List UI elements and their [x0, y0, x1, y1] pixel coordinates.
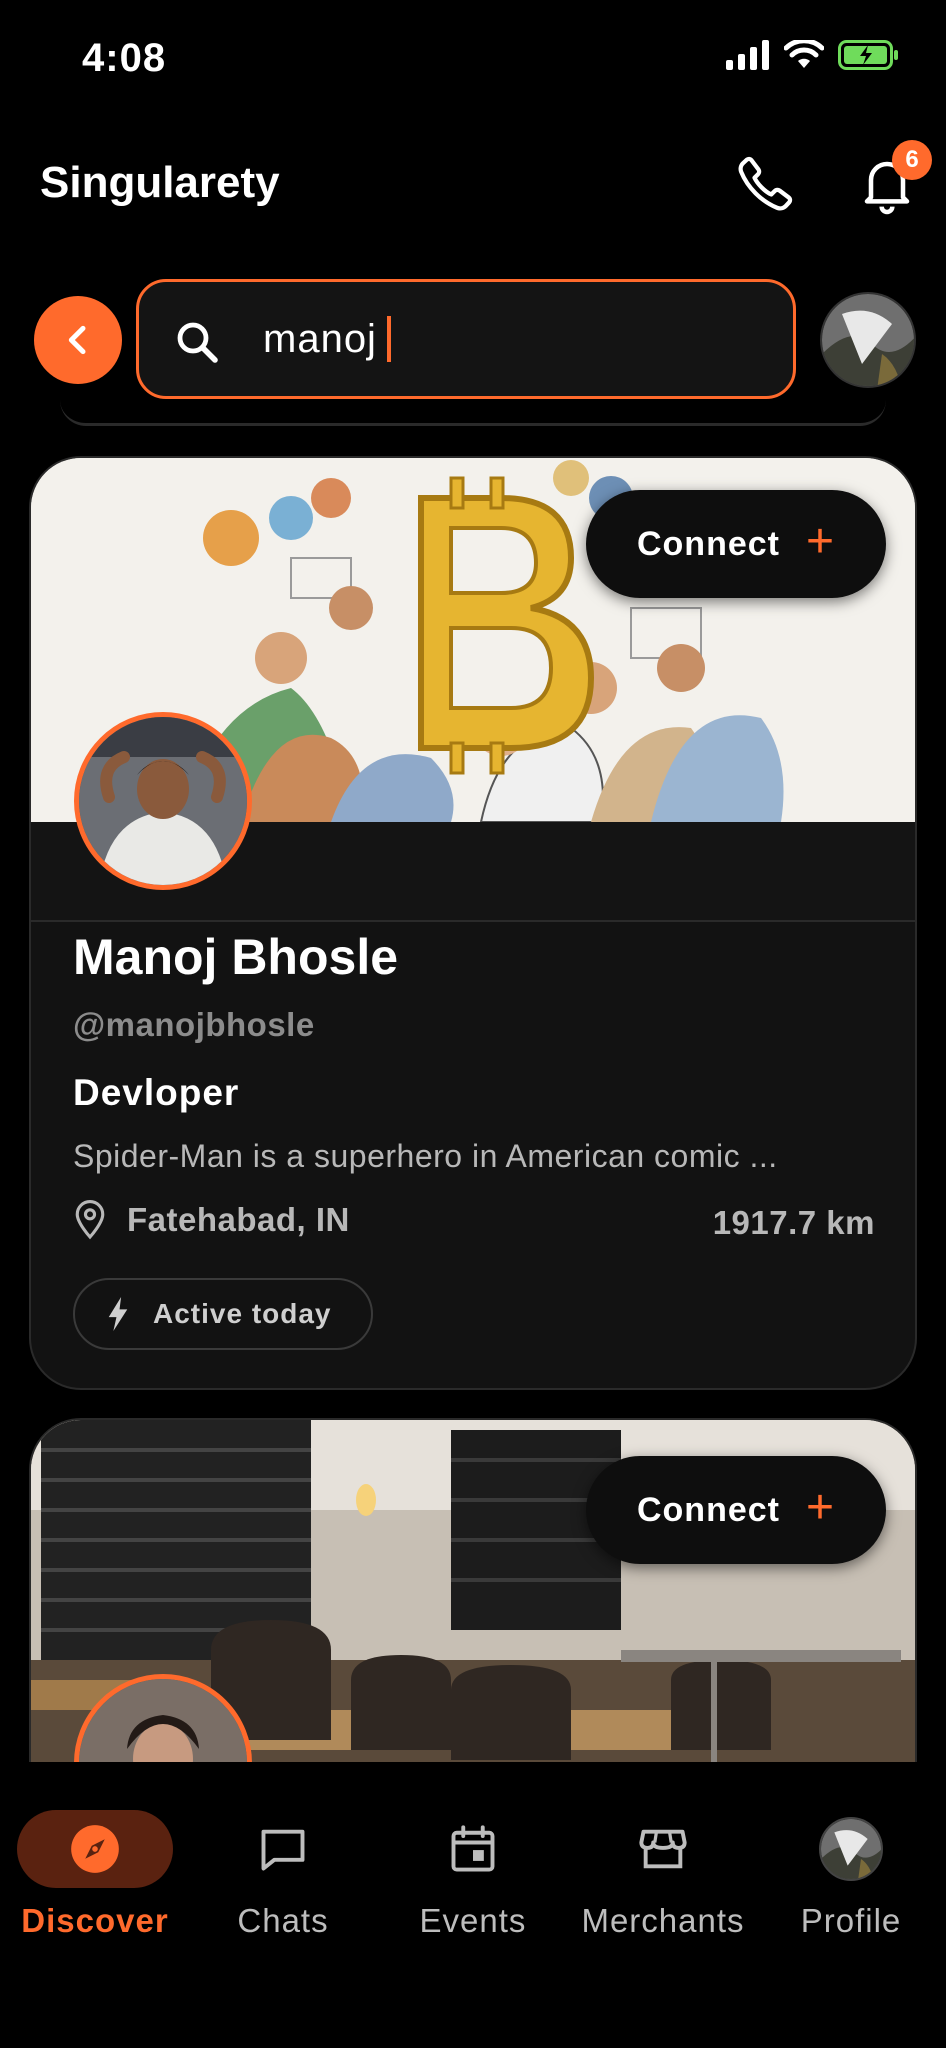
- search-icon: [177, 322, 218, 363]
- phone-icon: [738, 156, 793, 211]
- cellular-signal-icon: [726, 40, 769, 70]
- nav-icon-container: [17, 1810, 173, 1888]
- status-icons: [726, 40, 900, 70]
- plus-icon: +: [805, 515, 836, 568]
- app-title: Singularety: [40, 158, 280, 207]
- user-avatar[interactable]: [820, 292, 916, 388]
- compass-icon: [71, 1825, 119, 1873]
- plus-icon: +: [805, 1481, 836, 1534]
- nav-item-chats[interactable]: Chats: [188, 1810, 378, 1940]
- profile-card[interactable]: Connect + Manoj Bhosle @manojbhosle Devl…: [29, 456, 917, 1390]
- back-button[interactable]: [34, 296, 122, 384]
- bottom-navigation: Discover Chats Events Merchants Profile: [0, 1762, 946, 2048]
- nav-label: Chats: [237, 1902, 329, 1939]
- profile-bio: Spider-Man is a superhero in American co…: [73, 1138, 778, 1174]
- profile-distance: 1917.7 km: [712, 1204, 875, 1241]
- location-pin-icon: [75, 1200, 105, 1240]
- notification-badge: 6: [892, 140, 932, 180]
- search-input[interactable]: manoj: [136, 279, 796, 399]
- battery-charging-icon: [838, 40, 898, 70]
- avatar-image: [821, 1819, 881, 1879]
- previous-card-edge: [60, 400, 886, 426]
- nav-item-profile[interactable]: Profile: [756, 1810, 946, 1940]
- storefront-icon: [639, 1829, 687, 1869]
- location-text: Fatehabad, IN: [127, 1201, 350, 1238]
- phone-button[interactable]: [735, 154, 795, 214]
- status-time: 4:08: [82, 36, 167, 80]
- wifi-icon: [784, 40, 824, 68]
- connect-label: Connect: [636, 524, 780, 563]
- connect-label: Connect: [636, 1490, 780, 1529]
- app-header: Singularety: [0, 140, 946, 230]
- nav-label: Profile: [800, 1902, 902, 1939]
- nav-icon-container: [585, 1810, 741, 1888]
- search-query-text: manoj: [263, 316, 377, 361]
- connect-button[interactable]: Connect +: [586, 1456, 886, 1564]
- nav-label: Events: [419, 1902, 527, 1939]
- chevron-left-icon: [68, 325, 86, 355]
- search-query[interactable]: manoj: [263, 316, 391, 362]
- profile-avatar-icon: [819, 1817, 883, 1881]
- activity-text: Active today: [153, 1298, 332, 1329]
- nav-item-discover[interactable]: Discover: [0, 1810, 190, 1940]
- nav-item-events[interactable]: Events: [378, 1810, 568, 1940]
- status-bar: 4:08: [0, 0, 946, 120]
- avatar-photo: [79, 717, 247, 885]
- activity-status-badge: Active today: [73, 1278, 373, 1350]
- lightning-icon: [108, 1297, 128, 1331]
- profile-role: Devloper: [73, 1072, 240, 1113]
- nav-label: Merchants: [581, 1902, 745, 1939]
- profile-name: Manoj Bhosle: [73, 929, 399, 985]
- profile-avatar[interactable]: [74, 712, 252, 890]
- avatar-image: [822, 294, 914, 386]
- nav-icon-container: [205, 1810, 361, 1888]
- chat-bubble-icon: [261, 1829, 305, 1871]
- calendar-icon: [451, 1825, 495, 1872]
- nav-icon-container: [395, 1810, 551, 1888]
- text-cursor: [386, 316, 391, 362]
- connect-button[interactable]: Connect +: [586, 490, 886, 598]
- nav-item-merchants[interactable]: Merchants: [568, 1810, 758, 1940]
- nav-label: Discover: [21, 1902, 169, 1939]
- profile-location: Fatehabad, IN: [73, 1200, 350, 1240]
- profile-handle: @manojbhosle: [73, 1006, 315, 1043]
- nav-icon-container: [773, 1810, 929, 1888]
